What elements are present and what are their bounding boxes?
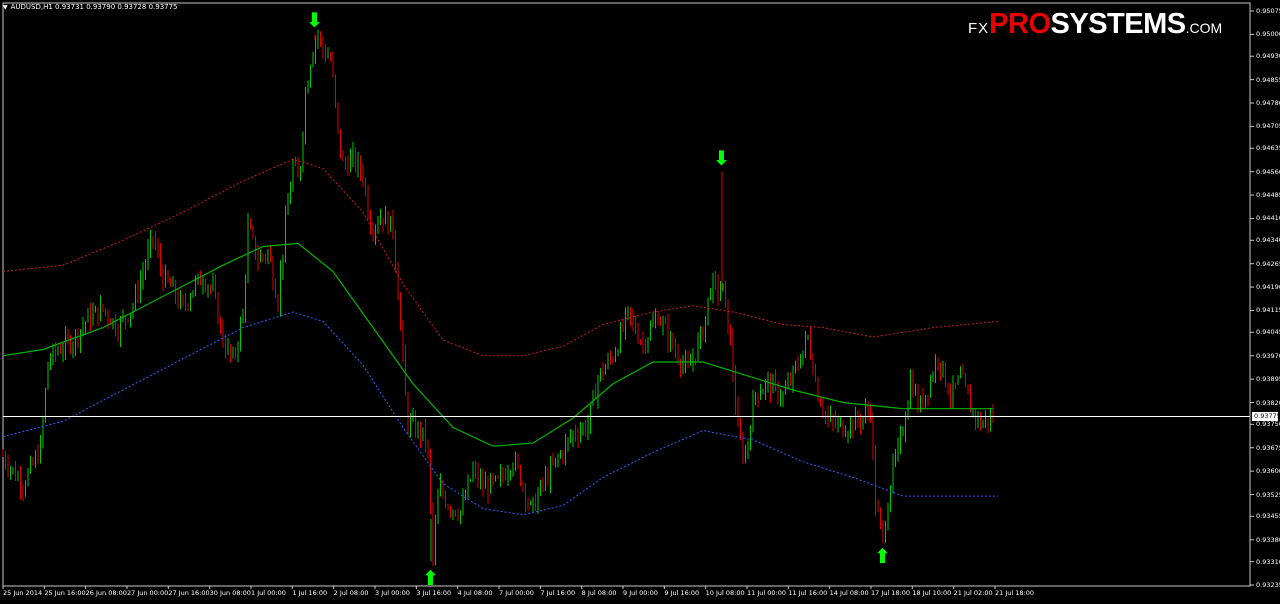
time-tick-label: 27 Jun 00:00 (127, 589, 169, 597)
time-tick-label: 4 Jul 08:00 (457, 589, 493, 597)
logo-com: .COM (1185, 20, 1223, 36)
time-tick-label: 18 Jul 10:00 (912, 589, 952, 597)
logo-pro: PRO (989, 8, 1051, 40)
price-tick-label: 0.93380 (1256, 535, 1280, 544)
buy-arrow-icon: ⬆ (874, 543, 891, 568)
price-tick-label: 0.94560 (1256, 167, 1280, 176)
sell-arrow-icon: ⬇ (306, 8, 323, 33)
time-tick-label: 21 Jul 02:00 (953, 589, 993, 597)
symbol-info: AUDUSD,H1 0.93731 0.93790 0.93728 0.9377… (10, 3, 178, 11)
time-tick-label: 21 Jul 18:00 (995, 589, 1034, 597)
price-tick-label: 0.93455 (1256, 512, 1280, 521)
price-tick-label: 0.94115 (1256, 306, 1280, 315)
time-tick-label: 2 Jul 08:00 (333, 589, 369, 597)
symbol-header: ▼ AUDUSD,H1 0.93731 0.93790 0.93728 0.937… (3, 3, 178, 11)
price-tick-label: 0.93675 (1256, 443, 1280, 452)
logo-systems: SYSTEMS (1050, 8, 1187, 40)
time-tick-label: 9 Jul 16:00 (664, 589, 700, 597)
price-tick-label: 0.93970 (1256, 351, 1280, 360)
price-tick-label: 0.94190 (1256, 283, 1280, 292)
time-tick-label: 26 Jun 08:00 (85, 589, 127, 597)
time-tick-label: 17 Jul 18:00 (871, 589, 910, 597)
time-tick-label: 1 Jul 00:00 (251, 589, 286, 597)
price-tick-label: 0.93600 (1256, 467, 1280, 476)
middle-band-line (2, 242, 993, 447)
fxprosystems-logo: FXPROSYSTEMS.COM (968, 8, 1222, 41)
time-tick-label: 25 Jun 16:00 (44, 589, 86, 597)
current-price-tag: 0.93775 (1252, 412, 1280, 422)
price-tick-label: 0.95000 (1256, 30, 1280, 39)
time-tick-label: 9 Jul 00:00 (623, 589, 658, 597)
price-tick-label: 0.94780 (1256, 99, 1280, 108)
time-tick-label: 7 Jul 00:00 (499, 589, 534, 597)
price-tick-label: 0.94930 (1256, 52, 1280, 61)
price-tick-label: 0.94855 (1256, 75, 1280, 84)
time-tick-label: 11 Jul 00:00 (747, 589, 786, 597)
time-tick-label: 30 Jun 08:00 (209, 589, 251, 597)
price-tick-label: 0.93895 (1256, 375, 1280, 384)
time-tick-label: 11 Jul 16:00 (788, 589, 828, 597)
time-tick-label: 27 Jun 16:00 (168, 589, 210, 597)
price-tick-label: 0.95075 (1256, 7, 1280, 15)
price-tick-label: 0.93820 (1256, 398, 1280, 407)
price-chart[interactable] (0, 0, 1280, 600)
time-tick-label: 3 Jul 16:00 (416, 589, 452, 597)
price-tick-label: 0.94485 (1256, 191, 1280, 200)
logo-fx: FX (968, 20, 990, 37)
sell-arrow-icon: ⬇ (713, 145, 730, 170)
time-tick-label: 10 Jul 08:00 (705, 589, 745, 597)
time-tick-label: 3 Jul 00:00 (375, 589, 410, 597)
price-tick-label: 0.94635 (1256, 144, 1280, 153)
price-tick-label: 0.93525 (1256, 490, 1280, 499)
price-tick-label: 0.94340 (1256, 236, 1280, 245)
price-tick-label: 0.94265 (1256, 259, 1280, 268)
buy-arrow-icon: ⬆ (422, 565, 439, 590)
price-tick-label: 0.93310 (1256, 557, 1280, 566)
upper-band-line (2, 158, 999, 357)
time-tick-label: 7 Jul 16:00 (540, 589, 576, 597)
price-tick-label: 0.94410 (1256, 214, 1280, 223)
time-tick-label: 1 Jul 16:00 (292, 589, 328, 597)
time-tick-label: 25 Jun 2014 (3, 589, 43, 597)
price-tick-label: 0.93235 (1256, 581, 1280, 589)
time-tick-label: 8 Jul 08:00 (581, 589, 617, 597)
chart-canvas[interactable] (0, 0, 1280, 600)
time-tick-label: 14 Jul 08:00 (829, 589, 869, 597)
price-tick-label: 0.94705 (1256, 122, 1280, 131)
price-tick-label: 0.93750 (1256, 420, 1280, 429)
price-tick-label: 0.94045 (1256, 328, 1280, 337)
dropdown-triangle-icon[interactable]: ▼ (3, 4, 8, 11)
